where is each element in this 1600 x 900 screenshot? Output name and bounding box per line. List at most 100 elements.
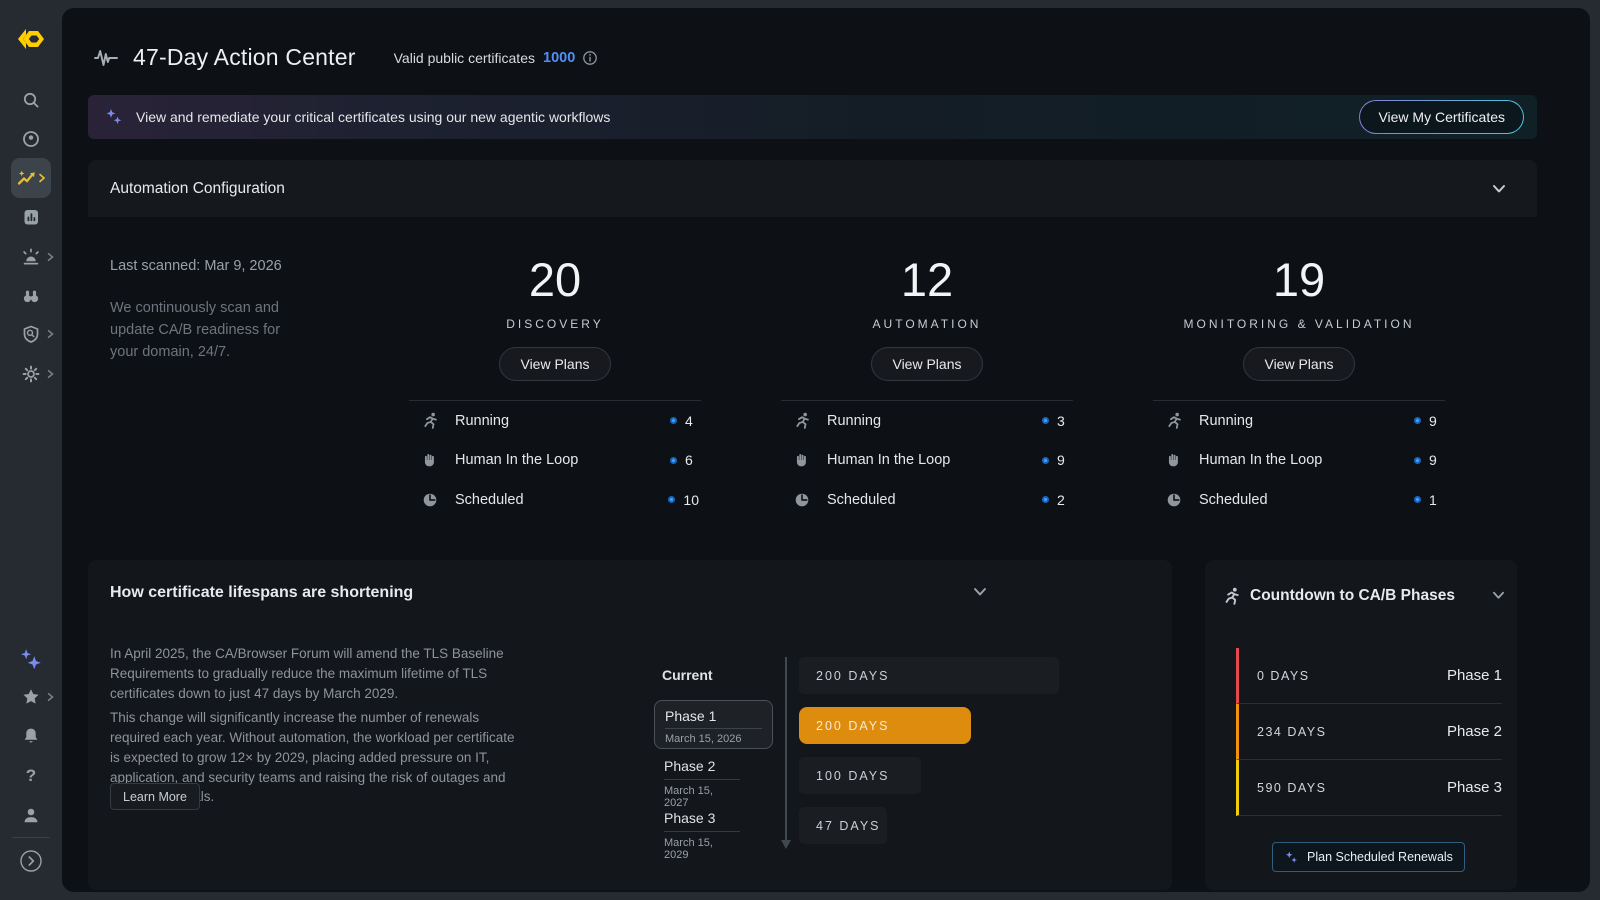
- row-count: 1: [1429, 492, 1443, 508]
- row-label: Running: [455, 413, 509, 429]
- clock-icon: [419, 491, 441, 509]
- lifespans-paragraph-1: In April 2025, the CA/Browser Forum will…: [110, 644, 522, 704]
- lifespan-bar-current: 200 DAYS: [799, 657, 1059, 694]
- status-dot: [670, 417, 677, 424]
- column-rows: Running 3 Human In the Loop 9 Scheduled …: [781, 400, 1073, 520]
- row-scheduled[interactable]: Scheduled 1: [1153, 480, 1445, 520]
- row-scheduled[interactable]: Scheduled 10: [409, 480, 701, 520]
- automation-column-discovery: 20 DISCOVERY View Plans Running 4 Human …: [409, 256, 701, 520]
- current-phase-label: Current: [662, 667, 713, 683]
- status-dot: [1042, 457, 1049, 464]
- countdown-row-phase1[interactable]: 0 DAYS Phase 1: [1236, 648, 1502, 704]
- runner-icon: [1222, 586, 1242, 606]
- sidebar-item-audit[interactable]: [0, 315, 62, 353]
- row-running[interactable]: Running 4: [409, 401, 701, 441]
- row-count: 10: [683, 492, 699, 508]
- row-label: Running: [1199, 413, 1253, 429]
- cert-count-value[interactable]: 1000: [543, 50, 575, 66]
- row-scheduled[interactable]: Scheduled 2: [781, 480, 1073, 520]
- cert-count-group: Valid public certificates 1000: [394, 50, 599, 66]
- learn-more-button[interactable]: Learn More: [110, 783, 200, 810]
- sidebar-item-reports[interactable]: [0, 198, 62, 236]
- app-root: ? 47-Day Action Center Valid public cert…: [0, 0, 1600, 900]
- view-plans-button[interactable]: View Plans: [1243, 347, 1354, 381]
- row-running[interactable]: Running 9: [1153, 401, 1445, 441]
- view-plans-button[interactable]: View Plans: [499, 347, 610, 381]
- countdown-title: Countdown to CA/B Phases: [1250, 587, 1455, 605]
- phase-date: March 15, 2029: [664, 837, 740, 861]
- info-icon[interactable]: [582, 50, 598, 66]
- cert-count-label: Valid public certificates: [394, 50, 535, 66]
- view-plans-button[interactable]: View Plans: [871, 347, 982, 381]
- lifespans-title: How certificate lifespans are shortening: [110, 584, 413, 602]
- alerts-siren-icon: [21, 247, 41, 267]
- sidebar-item-ai-assistant[interactable]: [0, 641, 62, 679]
- hand-icon: [419, 451, 441, 469]
- row-label: Human In the Loop: [1199, 452, 1322, 468]
- countdown-days: 590 DAYS: [1257, 781, 1326, 795]
- status-dot: [1414, 417, 1421, 424]
- sidebar-item-account[interactable]: [0, 796, 62, 834]
- sparkle-icon: [1284, 850, 1299, 865]
- column-label: AUTOMATION: [873, 317, 982, 331]
- agentic-workflows-banner: View and remediate your critical certifi…: [88, 95, 1537, 139]
- sidebar-item-favorites[interactable]: [0, 678, 62, 716]
- runner-icon: [1163, 411, 1185, 430]
- countdown-row-phase2[interactable]: 234 DAYS Phase 2: [1236, 704, 1502, 760]
- target-icon: [21, 129, 41, 149]
- sidebar-item-help[interactable]: ?: [0, 757, 62, 795]
- phase-name: Phase 3: [664, 810, 740, 832]
- row-count: 9: [1429, 413, 1443, 429]
- sidebar-expand-button[interactable]: [0, 842, 62, 880]
- automation-configuration-header[interactable]: Automation Configuration: [88, 160, 1537, 217]
- sidebar: ?: [0, 0, 62, 900]
- expand-chevron-icon: [19, 849, 43, 873]
- row-count: 4: [685, 413, 699, 429]
- phase-item[interactable]: Phase 2 March 15, 2027: [664, 758, 740, 809]
- sidebar-item-settings[interactable]: [0, 355, 62, 393]
- phase-item-selected[interactable]: Phase 1 March 15, 2026: [654, 700, 773, 749]
- column-rows: Running 9 Human In the Loop 9 Scheduled …: [1153, 400, 1445, 520]
- column-value: 12: [901, 256, 953, 303]
- sidebar-item-alerts[interactable]: [0, 238, 62, 276]
- chevron-right-icon: [47, 370, 54, 379]
- sidebar-divider: [12, 837, 50, 838]
- automation-column-automation: 12 AUTOMATION View Plans Running 3 Human…: [781, 256, 1073, 520]
- sidebar-item-target[interactable]: [0, 120, 62, 158]
- sidebar-item-action-center[interactable]: [11, 158, 51, 198]
- view-my-certificates-button[interactable]: View My Certificates: [1359, 100, 1524, 134]
- status-dot: [1414, 496, 1421, 503]
- chevron-down-icon[interactable]: [1491, 590, 1506, 601]
- page-title: 47-Day Action Center: [133, 44, 356, 71]
- chevron-right-icon: [47, 330, 54, 339]
- ai-sparkles-icon: [18, 647, 44, 673]
- pulse-icon: [93, 47, 119, 69]
- brand-logo-icon[interactable]: [13, 21, 49, 57]
- countdown-phase: Phase 2: [1447, 723, 1502, 740]
- row-human-in-the-loop[interactable]: Human In the Loop 9: [781, 441, 1073, 481]
- row-count: 9: [1429, 452, 1443, 468]
- phase-name: Phase 2: [664, 758, 740, 780]
- row-human-in-the-loop[interactable]: Human In the Loop 6: [409, 441, 701, 481]
- phase-date: March 15, 2027: [664, 785, 740, 809]
- phase-item[interactable]: Phase 3 March 15, 2029: [664, 810, 740, 861]
- row-human-in-the-loop[interactable]: Human In the Loop 9: [1153, 441, 1445, 481]
- banner-message: View and remediate your critical certifi…: [136, 109, 610, 125]
- chevron-down-icon[interactable]: [972, 586, 988, 598]
- hand-icon: [791, 451, 813, 469]
- settings-gear-icon: [21, 364, 41, 384]
- sidebar-item-notifications[interactable]: [0, 717, 62, 755]
- column-rows: Running 4 Human In the Loop 6 Scheduled …: [409, 400, 701, 520]
- runner-icon: [791, 411, 813, 430]
- sidebar-item-discovery[interactable]: [0, 277, 62, 315]
- row-label: Human In the Loop: [827, 452, 950, 468]
- row-label: Running: [827, 413, 881, 429]
- timeline-arrow: [785, 657, 787, 845]
- countdown-row-phase3[interactable]: 590 DAYS Phase 3: [1236, 760, 1502, 816]
- audit-shield-search-icon: [21, 324, 41, 344]
- plan-scheduled-renewals-button[interactable]: Plan Scheduled Renewals: [1272, 842, 1465, 872]
- row-running[interactable]: Running 3: [781, 401, 1073, 441]
- lifespan-bar-phase3: 47 DAYS: [799, 807, 887, 844]
- main-content: 47-Day Action Center Valid public certif…: [62, 8, 1590, 892]
- sidebar-item-search[interactable]: [0, 81, 62, 119]
